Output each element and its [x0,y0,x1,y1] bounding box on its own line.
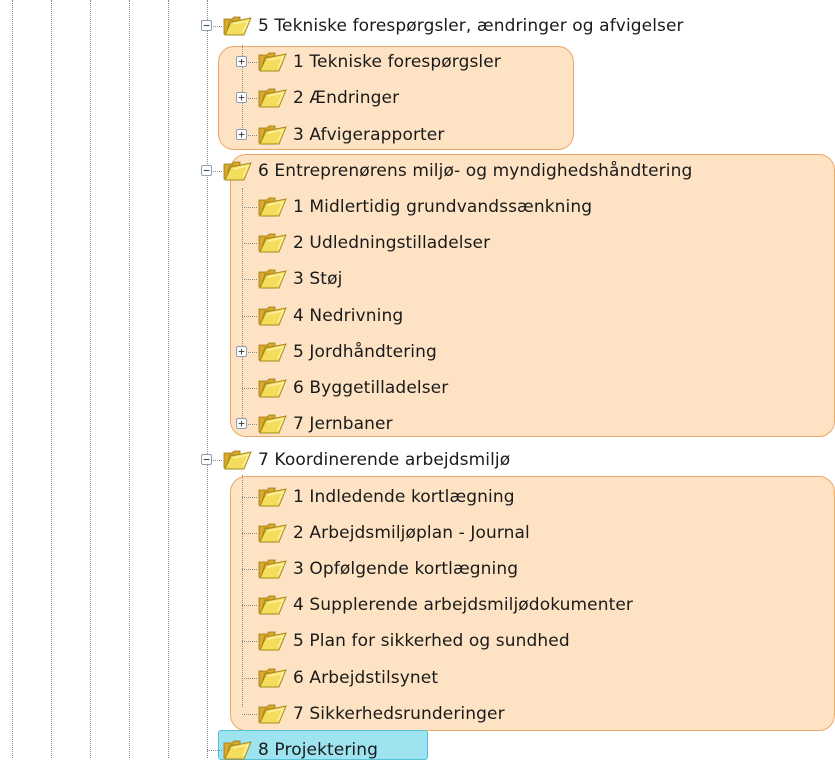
open-folder-icon [257,412,287,436]
tree-node[interactable]: 2 Ændringer [257,80,399,116]
collapse-toggle[interactable]: − [201,20,212,31]
tree-connector [207,750,222,751]
tree-node-label: 7 Koordinerende arbejdsmiljø [258,450,511,470]
open-folder-icon [257,593,287,617]
tree-node-label: 1 Indledende kortlægning [293,487,515,507]
tree-node[interactable]: 2 Udledningstilladelser [257,225,490,261]
tree-node-label: 5 Tekniske forespørgsler, ændringer og a… [258,16,684,36]
open-folder-icon [222,448,252,472]
tree-node-label: 1 Tekniske forespørgsler [293,52,501,72]
tree-connector [242,316,257,317]
tree-connector [207,0,208,758]
tree-node-label: 1 Midlertidig grundvandssænkning [293,197,593,217]
tree-connector [242,605,257,606]
tree-node-label: 2 Udledningstilladelser [293,233,491,253]
open-folder-icon [257,304,287,328]
tree-node[interactable]: 2 Arbejdsmiljøplan - Journal [257,515,530,551]
expand-toggle[interactable]: + [236,418,247,429]
tree-connector [242,533,257,534]
tree-node[interactable]: 1 Indledende kortlægning [257,479,515,515]
tree-node-label: 6 Entreprenørens miljø- og myndighedshån… [258,161,693,181]
tree-node[interactable]: 6 Entreprenørens miljø- og myndighedshån… [222,153,692,189]
expand-toggle[interactable]: + [236,92,247,103]
tree-indent-line [168,0,169,758]
tree-node-selected[interactable]: 8 Projektering [222,732,378,768]
tree-node[interactable]: 7 Sikkerhedsrunderinger [257,696,505,732]
tree-node[interactable]: 5 Tekniske forespørgsler, ændringer og a… [222,8,684,44]
expand-toggle[interactable]: + [236,129,247,140]
collapse-toggle[interactable]: − [201,165,212,176]
tree-node-label: 3 Opfølgende kortlægning [293,559,519,579]
open-folder-icon [257,340,287,364]
tree-indent-line [90,0,91,758]
expand-toggle[interactable]: + [236,56,247,67]
tree-node-label: 5 Plan for sikkerhed og sundhed [293,631,570,651]
tree-indent-line [51,0,52,758]
tree-connector [242,569,257,570]
tree-node-label: 8 Projektering [258,740,379,760]
tree-node[interactable]: 1 Midlertidig grundvandssænkning [257,189,592,225]
open-folder-icon [222,14,252,38]
tree-node[interactable]: 5 Plan for sikkerhed og sundhed [257,623,570,659]
open-folder-icon [257,86,287,110]
tree-connector [242,641,257,642]
tree-node-label: 7 Sikkerhedsrunderinger [293,704,505,724]
tree-node[interactable]: 4 Supplerende arbejdsmiljødokumenter [257,587,633,623]
tree-indent-line [129,0,130,758]
tree-node[interactable]: 3 Støj [257,261,342,297]
open-folder-icon [257,666,287,690]
tree-node-label: 7 Jernbaner [293,414,393,434]
tree-node[interactable]: 3 Afvigerapporter [257,117,444,153]
tree-indent-line [12,0,13,758]
tree-connector [242,497,257,498]
open-folder-icon [257,485,287,509]
tree-connector [242,678,257,679]
tree-node-label: 4 Supplerende arbejdsmiljødokumenter [293,595,634,615]
collapse-toggle[interactable]: − [201,454,212,465]
open-folder-icon [257,231,287,255]
tree-node[interactable]: 7 Jernbaner [257,406,393,442]
tree-node[interactable]: 6 Arbejdstilsynet [257,660,438,696]
tree-connector [242,475,243,707]
tree-node-label: 4 Nedrivning [293,306,404,326]
tree-connector [242,207,257,208]
expand-toggle[interactable]: + [236,346,247,357]
tree-node[interactable]: 3 Opfølgende kortlægning [257,551,518,587]
tree-node[interactable]: 5 Jordhåndtering [257,334,437,370]
tree-node-label: 3 Støj [293,269,343,289]
tree-node-label: 5 Jordhåndtering [293,342,437,362]
open-folder-icon [257,195,287,219]
open-folder-icon [257,376,287,400]
tree-node-label: 6 Byggetilladelser [293,378,449,398]
open-folder-icon [222,738,252,762]
tree-node[interactable]: 6 Byggetilladelser [257,370,448,406]
tree-node-label: 3 Afvigerapporter [293,125,445,145]
tree-node-label: 2 Ændringer [293,88,400,108]
open-folder-icon [257,521,287,545]
open-folder-icon [257,267,287,291]
open-folder-icon [257,557,287,581]
tree-connector [242,714,257,715]
tree-node[interactable]: 1 Tekniske forespørgsler [257,44,501,80]
tree-node-label: 2 Arbejdsmiljøplan - Journal [293,523,530,543]
open-folder-icon [257,702,287,726]
open-folder-icon [257,123,287,147]
tree-node[interactable]: 4 Nedrivning [257,298,403,334]
open-folder-icon [257,50,287,74]
open-folder-icon [222,159,252,183]
tree-connector [242,243,257,244]
tree-node-label: 6 Arbejdstilsynet [293,668,439,688]
tree-connector [242,279,257,280]
tree-connector [242,388,257,389]
tree-node[interactable]: 7 Koordinerende arbejdsmiljø [222,442,510,478]
tree-connector [242,188,243,420]
open-folder-icon [257,629,287,653]
